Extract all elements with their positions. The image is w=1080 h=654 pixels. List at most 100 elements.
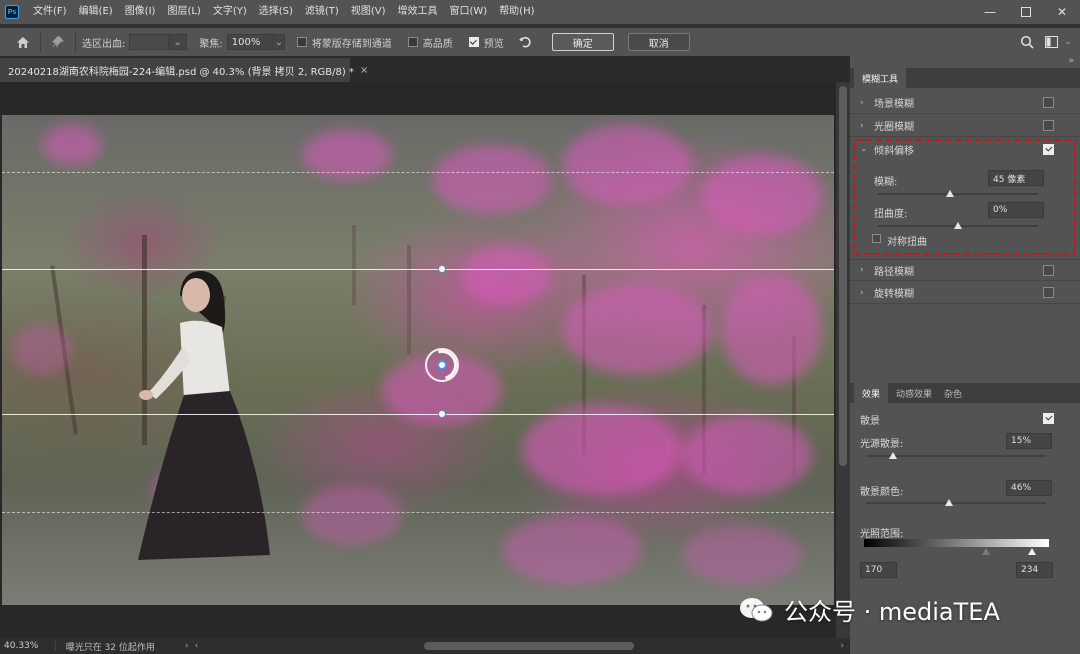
- collapse-panel-icon[interactable]: »: [1068, 56, 1074, 66]
- tilt-shift-focus-line-bottom[interactable]: [2, 414, 834, 415]
- tilt-shift-focus-line-top[interactable]: [2, 269, 834, 270]
- tab-blur-tools[interactable]: 模糊工具: [854, 68, 907, 88]
- tree-trunk: [352, 225, 356, 305]
- chevron-down-icon[interactable]: ⌄: [1064, 37, 1072, 47]
- focus-group: 聚焦: 100% ⌄: [199, 34, 285, 50]
- chevron-right-icon[interactable]: ›: [840, 641, 844, 651]
- high-quality-label: 高品质: [422, 38, 453, 50]
- reset-icon[interactable]: [514, 31, 536, 53]
- save-mask-label: 将蒙版存储到通道: [311, 38, 392, 50]
- blossom: [562, 125, 692, 205]
- blossom: [12, 325, 72, 375]
- light-range-min-input[interactable]: 170: [860, 562, 897, 578]
- focus-label: 聚焦:: [199, 38, 223, 50]
- chevron-right-icon[interactable]: ›: [860, 121, 872, 131]
- tab-noise[interactable]: 杂色: [936, 383, 970, 403]
- rotation-handle-bottom[interactable]: [438, 410, 446, 418]
- canvas-area[interactable]: [0, 82, 836, 638]
- blossom: [522, 405, 682, 495]
- tab-effects[interactable]: 效果: [854, 383, 889, 403]
- blur-item-path[interactable]: › 路径模糊: [850, 259, 1080, 281]
- spin-blur-checkbox[interactable]: [1043, 287, 1054, 298]
- selection-bleed-input[interactable]: [129, 34, 170, 50]
- horizontal-scrollbar[interactable]: [204, 641, 840, 651]
- light-range-max-thumb[interactable]: [1028, 548, 1036, 555]
- blur-item-spin[interactable]: › 旋转模糊: [850, 282, 1080, 304]
- selection-bleed-dropdown[interactable]: ⌄: [169, 34, 188, 50]
- photo-image[interactable]: [2, 115, 834, 605]
- minimize-icon[interactable]: —: [972, 0, 1008, 24]
- light-range-min-thumb[interactable]: [982, 548, 990, 555]
- menu-select[interactable]: 选择(S): [253, 0, 299, 24]
- chevron-right-icon[interactable]: ›: [860, 288, 872, 298]
- separator: [40, 32, 41, 52]
- save-mask-checkbox[interactable]: [296, 37, 307, 47]
- preview-checkbox[interactable]: [468, 37, 479, 47]
- chevron-left-icon[interactable]: ‹: [195, 641, 199, 651]
- blossom: [702, 155, 822, 235]
- high-quality-checkbox[interactable]: [407, 37, 418, 47]
- blur-item-label: 光圈模糊: [874, 122, 914, 133]
- menu-window[interactable]: 窗口(W): [443, 0, 493, 24]
- save-mask-group[interactable]: 将蒙版存储到通道: [296, 35, 396, 50]
- zoom-level[interactable]: 40.33%: [0, 641, 56, 651]
- field-blur-checkbox[interactable]: [1043, 97, 1054, 108]
- menu-image[interactable]: 图像(I): [119, 0, 162, 24]
- cancel-button[interactable]: 取消: [627, 33, 690, 51]
- tilt-shift-fade-line-top[interactable]: [2, 172, 834, 173]
- blossom: [502, 515, 642, 585]
- tab-motion-effects[interactable]: 动感效果: [888, 383, 940, 403]
- maximize-icon[interactable]: [1008, 0, 1044, 24]
- woman-figure: [138, 270, 270, 560]
- menu-file[interactable]: 文件(F): [27, 0, 73, 24]
- focus-input[interactable]: 100%: [226, 34, 273, 50]
- selection-bleed-label: 选区出血:: [82, 38, 126, 50]
- menu-layer[interactable]: 图层(L): [161, 0, 206, 24]
- scroll-thumb[interactable]: [839, 86, 847, 466]
- document-tab-title: 20240218湖南农科院梅园-224-编辑.psd @ 40.3% (背景 拷…: [8, 66, 354, 78]
- blur-item-field[interactable]: › 场景模糊: [850, 92, 1080, 114]
- light-bokeh-slider-thumb[interactable]: [889, 452, 897, 459]
- focus-dropdown[interactable]: ⌄: [272, 34, 285, 50]
- menu-type[interactable]: 文字(Y): [207, 0, 253, 24]
- path-blur-checkbox[interactable]: [1043, 264, 1054, 276]
- scroll-thumb[interactable]: [424, 642, 635, 650]
- workspace-icon[interactable]: [1042, 31, 1064, 53]
- menu-help[interactable]: 帮助(H): [493, 0, 540, 24]
- menu-filter[interactable]: 滤镜(T): [299, 0, 345, 24]
- status-info: 曝光只在 32 位起作用: [65, 642, 155, 653]
- bokeh-color-input[interactable]: 46%: [1006, 480, 1052, 496]
- document-tab[interactable]: 20240218湖南农科院梅园-224-编辑.psd @ 40.3% (背景 拷…: [0, 58, 368, 82]
- tilt-shift-fade-line-bottom[interactable]: [2, 512, 834, 513]
- search-icon[interactable]: [1016, 31, 1038, 53]
- vertical-scrollbar[interactable]: [836, 82, 850, 638]
- ok-button[interactable]: 确定: [551, 33, 614, 51]
- high-quality-group[interactable]: 高品质: [407, 35, 457, 50]
- bokeh-checkbox[interactable]: [1043, 413, 1054, 424]
- bokeh-color-slider-thumb[interactable]: [944, 499, 953, 506]
- light-range-max-input[interactable]: 234: [1016, 562, 1053, 578]
- watermark: 公众号 · mediaTEA: [738, 592, 1000, 627]
- menu-view[interactable]: 视图(V): [345, 0, 392, 24]
- home-icon[interactable]: [12, 31, 34, 53]
- iris-blur-checkbox[interactable]: [1043, 120, 1054, 131]
- chevron-right-icon[interactable]: ›: [860, 98, 872, 108]
- light-range-gradient[interactable]: [864, 539, 1049, 547]
- light-bokeh-input[interactable]: 15%: [1006, 433, 1052, 449]
- blur-item-iris[interactable]: › 光圈模糊: [850, 115, 1080, 137]
- menu-plugins[interactable]: 增效工具: [391, 0, 443, 24]
- blossom: [682, 415, 812, 495]
- close-window-icon[interactable]: ✕: [1044, 0, 1080, 24]
- pin-tool-icon[interactable]: [47, 31, 69, 53]
- chevron-right-icon[interactable]: ›: [860, 265, 872, 275]
- status-bar: 40.33% 曝光只在 32 位起作用 › ‹ ›: [0, 638, 850, 654]
- blossom: [462, 245, 552, 305]
- rotation-handle-top[interactable]: [438, 265, 446, 273]
- chevron-right-icon[interactable]: ›: [185, 641, 189, 651]
- bokeh-color-slider-track[interactable]: [866, 502, 1046, 504]
- preview-label: 预览: [483, 38, 504, 50]
- preview-group[interactable]: 预览: [468, 35, 508, 50]
- tilt-shift-highlight-box: [853, 139, 1076, 255]
- close-tab-icon[interactable]: ×: [360, 65, 368, 76]
- menu-edit[interactable]: 编辑(E): [73, 0, 119, 24]
